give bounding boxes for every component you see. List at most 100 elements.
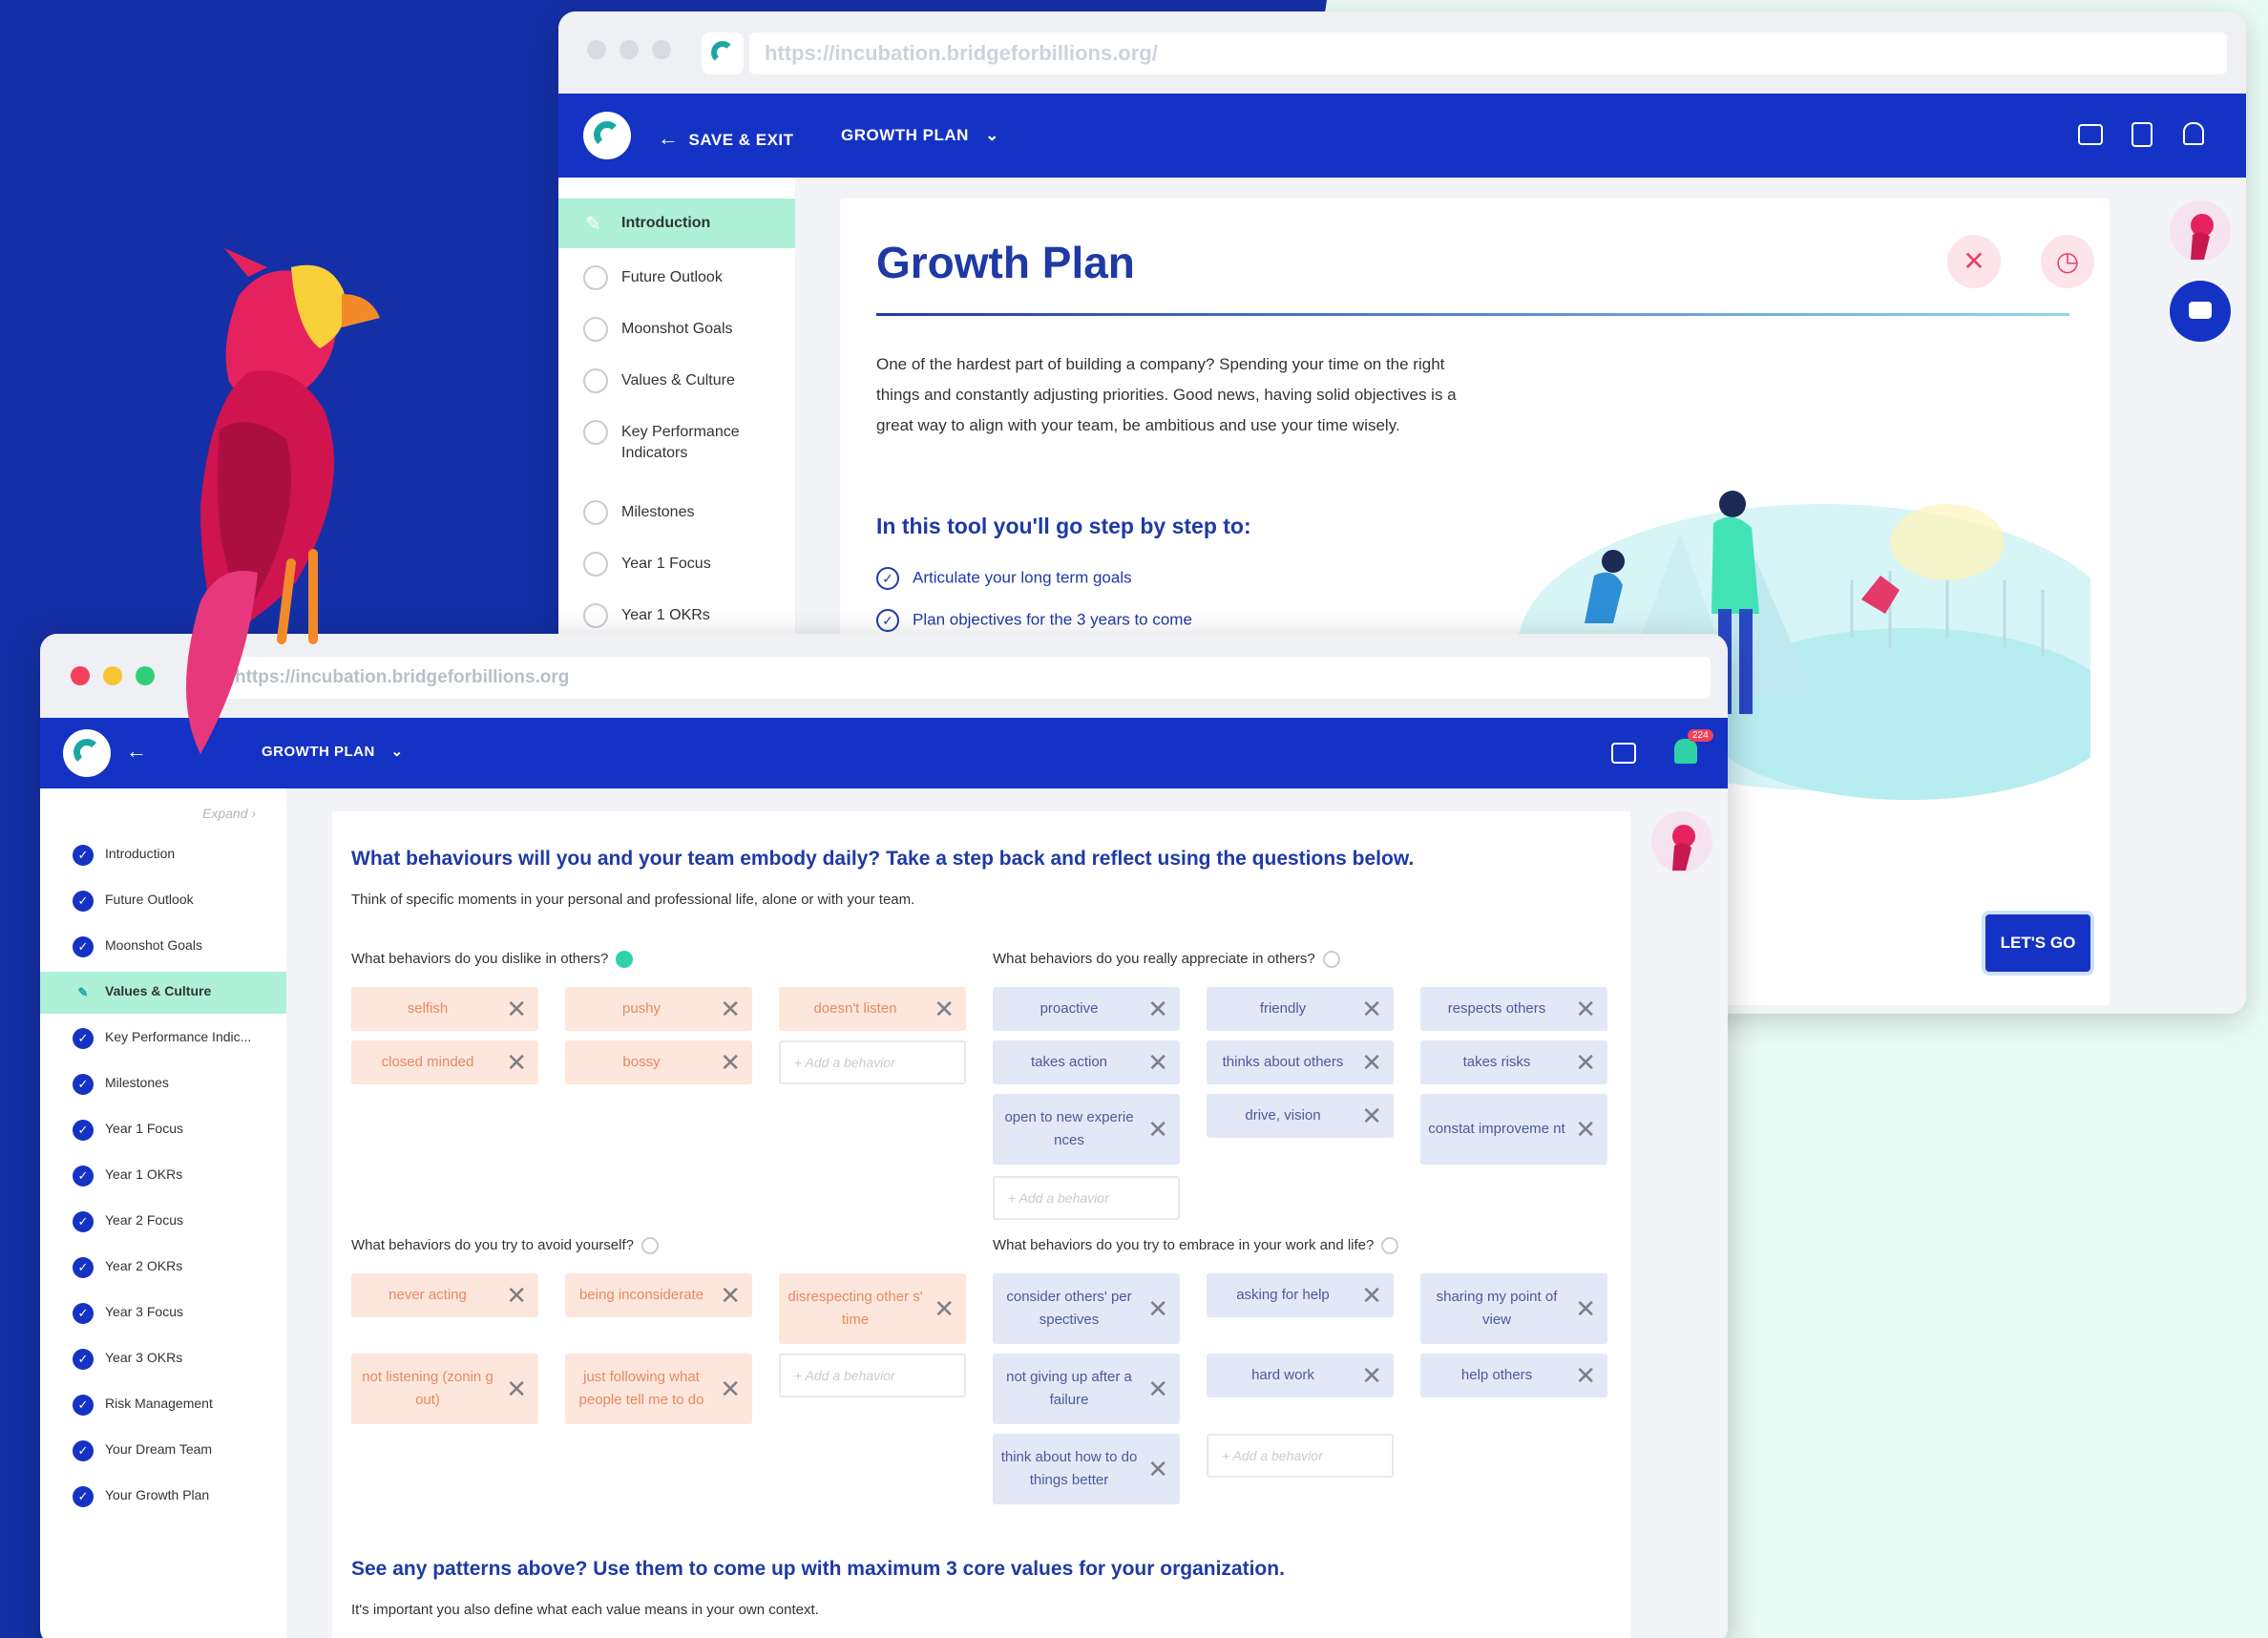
behavior-chip[interactable]: never acting ✕ xyxy=(351,1273,538,1317)
close-icon[interactable]: ✕ xyxy=(506,1376,527,1401)
sidebar-item-growth-plan[interactable]: ✓ Your Growth Plan xyxy=(40,1476,286,1518)
behavior-chip[interactable]: help others ✕ xyxy=(1420,1354,1607,1397)
chip-label: closed minded xyxy=(381,1054,474,1070)
close-icon[interactable]: ✕ xyxy=(1361,1363,1382,1388)
sidebar-item-year2-focus[interactable]: ✓ Year 2 Focus xyxy=(40,1201,286,1243)
clock-icon[interactable]: ◷ xyxy=(2041,235,2094,288)
close-icon[interactable]: ✕ xyxy=(1361,1283,1382,1308)
close-icon[interactable]: ✕ xyxy=(1147,1296,1168,1321)
close-icon[interactable]: ✕ xyxy=(720,1283,741,1308)
close-icon[interactable]: ✕ xyxy=(506,997,527,1021)
close-icon[interactable]: ✕ xyxy=(1575,997,1596,1021)
close-icon[interactable]: ✕ xyxy=(720,1376,741,1401)
behavior-chip[interactable]: sharing my point of view ✕ xyxy=(1420,1273,1607,1344)
behavior-chip[interactable]: being inconsiderate ✕ xyxy=(565,1273,752,1317)
close-icon[interactable]: ✕ xyxy=(1147,1376,1168,1401)
behavior-chip[interactable]: doesn't listen ✕ xyxy=(779,987,966,1031)
close-dot-icon[interactable] xyxy=(71,666,90,685)
add-behavior-input[interactable]: + Add a behavior xyxy=(779,1354,966,1397)
bell-icon[interactable] xyxy=(2183,122,2204,145)
address-bar[interactable]: https://incubation.bridgeforbillions.org… xyxy=(749,32,2227,74)
avatar[interactable] xyxy=(2170,200,2231,262)
sidebar-item-dream-team[interactable]: ✓ Your Dream Team xyxy=(40,1430,286,1472)
info-icon[interactable] xyxy=(1381,1237,1399,1255)
behavior-chip[interactable]: selfish ✕ xyxy=(351,987,538,1031)
close-icon[interactable]: ✕ xyxy=(1575,1296,1596,1321)
close-icon[interactable]: ✕ xyxy=(934,997,955,1021)
close-icon[interactable]: ✕ xyxy=(1361,997,1382,1021)
behavior-chip[interactable]: thinks about others ✕ xyxy=(1207,1040,1394,1084)
close-icon[interactable]: ✕ xyxy=(1147,1050,1168,1075)
behavior-chip[interactable]: takes risks ✕ xyxy=(1420,1040,1607,1084)
add-behavior-input[interactable]: + Add a behavior xyxy=(993,1176,1180,1220)
behavior-chip[interactable]: respects others ✕ xyxy=(1420,987,1607,1031)
chip-label: hard work xyxy=(1251,1367,1314,1383)
tools-icon[interactable]: ✕ xyxy=(1947,235,2001,288)
sidebar-item-year2-okrs[interactable]: ✓ Year 2 OKRs xyxy=(40,1247,286,1289)
chip-label: respects others xyxy=(1447,1000,1546,1017)
lets-go-button[interactable]: LET'S GO xyxy=(1985,914,2090,972)
behavior-chip[interactable]: hard work ✕ xyxy=(1207,1354,1394,1397)
sidebar-item-year3-focus[interactable]: ✓ Year 3 Focus xyxy=(40,1292,286,1334)
video-icon[interactable] xyxy=(2078,124,2103,145)
avatar[interactable] xyxy=(1651,811,1712,872)
sidebar-item-values-culture[interactable]: ✎ Values & Culture xyxy=(40,972,286,1014)
behavior-chip[interactable]: consider others' per spectives ✕ xyxy=(993,1273,1180,1344)
behavior-chip[interactable]: takes action ✕ xyxy=(993,1040,1180,1084)
behavior-chip[interactable]: think about how to do things better ✕ xyxy=(993,1434,1180,1504)
close-icon[interactable]: ✕ xyxy=(934,1296,955,1321)
sidebar-item-year1-okrs[interactable]: ✓ Year 1 OKRs xyxy=(40,1155,286,1197)
close-icon[interactable]: ✕ xyxy=(1147,1117,1168,1142)
chat-button[interactable] xyxy=(2170,281,2231,342)
info-icon[interactable] xyxy=(1322,951,1340,969)
close-icon[interactable]: ✕ xyxy=(1575,1363,1596,1388)
address-bar[interactable]: https://incubation.bridgeforbillions.org xyxy=(220,657,1711,699)
behavior-chip[interactable]: disrespecting other s' time ✕ xyxy=(779,1273,966,1344)
add-behavior-input[interactable]: + Add a behavior xyxy=(1207,1434,1394,1478)
behavior-chip[interactable]: closed minded ✕ xyxy=(351,1040,538,1084)
sidebar-item-moonshot-goals[interactable]: ✓ Moonshot Goals xyxy=(40,926,286,968)
sidebar-item-year1-focus[interactable]: ✓ Year 1 Focus xyxy=(40,1109,286,1151)
chip-label: think about how to do things better xyxy=(1000,1449,1138,1488)
behavior-chip[interactable]: bossy ✕ xyxy=(565,1040,752,1084)
info-icon[interactable] xyxy=(641,1237,659,1255)
save-exit-button[interactable]: ← SAVE & EXIT xyxy=(658,126,794,151)
behavior-chip[interactable]: not listening (zonin g out) ✕ xyxy=(351,1354,538,1424)
step-circle-icon xyxy=(583,317,608,342)
close-icon[interactable]: ✕ xyxy=(506,1283,527,1308)
close-icon[interactable]: ✕ xyxy=(1361,1050,1382,1075)
sidebar-item-introduction[interactable]: ✎ Introduction xyxy=(558,199,795,248)
behavior-chip[interactable]: not giving up after a failure ✕ xyxy=(993,1354,1180,1424)
close-icon[interactable]: ✕ xyxy=(1147,997,1168,1021)
sidebar-item-kpi[interactable]: ✓ Key Performance Indic... xyxy=(40,1018,286,1060)
close-icon[interactable]: ✕ xyxy=(720,1050,741,1075)
sidebar-item-milestones[interactable]: ✓ Milestones xyxy=(40,1063,286,1105)
behavior-chip[interactable]: pushy ✕ xyxy=(565,987,752,1031)
behavior-chip[interactable]: drive, vision ✕ xyxy=(1207,1094,1394,1138)
close-icon[interactable]: ✕ xyxy=(1361,1103,1382,1128)
close-icon[interactable]: ✕ xyxy=(1575,1050,1596,1075)
behavior-chip[interactable]: constat improveme nt ✕ xyxy=(1420,1094,1607,1165)
notification-bell[interactable]: 224 xyxy=(1674,729,1713,764)
close-icon[interactable]: ✕ xyxy=(1575,1117,1596,1142)
add-behavior-input[interactable]: + Add a behavior xyxy=(779,1040,966,1084)
window-controls[interactable] xyxy=(587,40,671,59)
behavior-chip[interactable]: open to new experie nces ✕ xyxy=(993,1094,1180,1165)
behavior-chip[interactable]: just following what people tell me to do… xyxy=(565,1354,752,1424)
notes-icon[interactable] xyxy=(2132,122,2152,147)
close-icon[interactable]: ✕ xyxy=(506,1050,527,1075)
behavior-chip[interactable]: asking for help ✕ xyxy=(1207,1273,1394,1317)
logo-icon[interactable] xyxy=(583,112,631,159)
info-icon[interactable] xyxy=(616,951,634,969)
sidebar-item-year3-okrs[interactable]: ✓ Year 3 OKRs xyxy=(40,1338,286,1380)
close-icon[interactable]: ✕ xyxy=(720,997,741,1021)
video-icon[interactable] xyxy=(1611,743,1636,764)
growth-plan-menu[interactable]: GROWTH PLAN ⌄ xyxy=(841,126,999,145)
sidebar-item-label: Risk Management xyxy=(105,1396,213,1411)
behavior-chip[interactable]: proactive ✕ xyxy=(993,987,1180,1031)
sidebar-item-risk-management[interactable]: ✓ Risk Management xyxy=(40,1384,286,1426)
close-icon[interactable]: ✕ xyxy=(1147,1457,1168,1481)
sidebar-item-future-outlook[interactable]: ✓ Future Outlook xyxy=(40,880,286,922)
sidebar-item-introduction[interactable]: ✓ Introduction xyxy=(40,834,286,876)
behavior-chip[interactable]: friendly ✕ xyxy=(1207,987,1394,1031)
